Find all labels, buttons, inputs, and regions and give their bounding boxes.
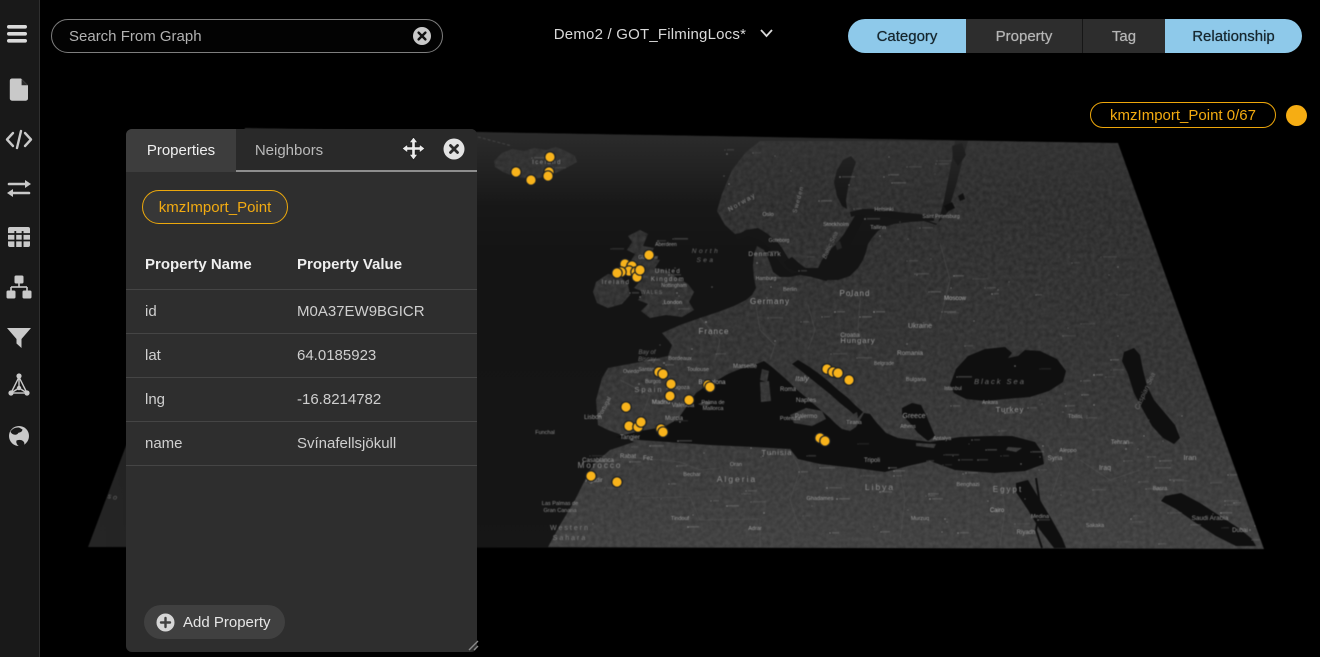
svg-text:Helsinki: Helsinki: [874, 207, 893, 213]
svg-text:Tangier: Tangier: [620, 435, 640, 441]
svg-text:Naples: Naples: [796, 397, 817, 404]
svg-text:Potenza: Potenza: [780, 416, 801, 422]
svg-text:Sahara: Sahara: [553, 535, 588, 542]
svg-text:Black Sea: Black Sea: [974, 377, 1026, 386]
svg-text:North: North: [692, 248, 720, 255]
svg-text:Rabat: Rabat: [620, 454, 636, 460]
svg-text:Antalya: Antalya: [933, 436, 952, 442]
svg-text:Casablanca: Casablanca: [582, 458, 614, 464]
svg-text:Western: Western: [550, 525, 590, 532]
svg-text:Las Palmas de: Las Palmas de: [542, 501, 578, 507]
svg-text:Ghadames: Ghadames: [807, 496, 834, 502]
svg-text:Medina: Medina: [1031, 514, 1050, 520]
svg-text:Hamburg: Hamburg: [756, 276, 777, 282]
svg-text:London: London: [664, 300, 682, 306]
svg-text:Oslo: Oslo: [762, 212, 773, 218]
svg-text:Toulouse: Toulouse: [687, 367, 709, 373]
svg-text:Roma: Roma: [780, 387, 797, 393]
svg-text:Greece: Greece: [903, 413, 926, 420]
svg-text:Syria: Syria: [1048, 455, 1063, 462]
svg-text:Dubai: Dubai: [1232, 528, 1248, 534]
svg-text:Algeria: Algeria: [717, 474, 757, 484]
svg-text:Turkey: Turkey: [996, 405, 1025, 414]
svg-text:Saint Petersburg: Saint Petersburg: [922, 214, 959, 220]
svg-text:Burgos: Burgos: [645, 379, 661, 385]
svg-text:Marseille: Marseille: [733, 364, 758, 370]
svg-text:Biscay: Biscay: [638, 357, 657, 363]
svg-text:Murcia: Murcia: [665, 416, 684, 422]
svg-text:Tbilisi: Tbilisi: [1068, 414, 1082, 420]
svg-text:Egypt: Egypt: [993, 485, 1023, 494]
svg-text:Tindouf: Tindouf: [671, 516, 690, 522]
svg-text:Riyadh: Riyadh: [1017, 530, 1036, 536]
svg-text:Goteborg: Goteborg: [769, 238, 790, 244]
svg-text:Romania: Romania: [897, 350, 923, 357]
svg-text:Berlin: Berlin: [783, 287, 797, 293]
svg-text:Italy: Italy: [795, 374, 810, 383]
svg-text:Bechar: Bechar: [683, 472, 701, 478]
svg-text:Basra: Basra: [1153, 486, 1168, 492]
svg-text:Bulgaria: Bulgaria: [906, 377, 927, 383]
svg-text:Funchal: Funchal: [535, 430, 555, 436]
svg-text:Murzuq: Murzuq: [911, 516, 929, 522]
svg-text:Poland: Poland: [840, 289, 871, 298]
svg-text:France: France: [699, 327, 730, 336]
svg-text:Aberdeen: Aberdeen: [655, 242, 677, 248]
svg-text:WALES: WALES: [641, 290, 663, 296]
svg-text:Libya: Libya: [865, 482, 895, 492]
svg-text:Denmark: Denmark: [748, 251, 781, 258]
svg-text:Croatia: Croatia: [840, 333, 860, 339]
svg-text:Lisbon: Lisbon: [584, 415, 602, 421]
svg-text:Bordeaux: Bordeaux: [668, 356, 692, 362]
svg-text:Spain: Spain: [634, 385, 663, 394]
svg-text:Istanbul: Istanbul: [944, 386, 962, 392]
svg-text:Oviedo: Oviedo: [623, 369, 639, 375]
svg-text:Tripoli: Tripoli: [864, 458, 880, 464]
svg-text:Athens: Athens: [900, 424, 916, 430]
svg-text:Moscow: Moscow: [944, 296, 967, 302]
svg-text:Oran: Oran: [730, 462, 742, 468]
svg-text:Iran: Iran: [1184, 453, 1197, 462]
svg-text:Cairo: Cairo: [990, 508, 1005, 514]
svg-text:Tirana: Tirana: [846, 420, 862, 426]
svg-text:Iraq: Iraq: [1099, 465, 1111, 472]
svg-text:Germany: Germany: [750, 297, 790, 306]
svg-text:Ukraine: Ukraine: [908, 323, 932, 330]
svg-text:Gran Canaria: Gran Canaria: [543, 508, 577, 514]
svg-text:United: United: [655, 269, 681, 275]
svg-text:Stockholm: Stockholm: [823, 222, 849, 228]
svg-text:Saudi Arabia: Saudi Arabia: [1192, 515, 1229, 522]
svg-text:Nottingham: Nottingham: [661, 283, 687, 289]
svg-text:Tallinn: Tallinn: [870, 225, 886, 231]
svg-text:Ankara: Ankara: [982, 400, 998, 406]
svg-text:Benghazi: Benghazi: [957, 482, 980, 488]
svg-text:Fez: Fez: [643, 456, 653, 462]
svg-text:Aleppo: Aleppo: [1059, 448, 1076, 454]
svg-text:Belgrade: Belgrade: [874, 361, 894, 367]
svg-text:Sakaka: Sakaka: [1086, 523, 1105, 529]
svg-text:Adrar: Adrar: [748, 526, 762, 532]
svg-text:Ireland: Ireland: [602, 280, 631, 286]
svg-text:Tehran: Tehran: [1111, 440, 1129, 446]
svg-text:Mallorca: Mallorca: [703, 406, 725, 412]
svg-text:Tunisia: Tunisia: [762, 448, 793, 457]
svg-text:Sea: Sea: [696, 257, 715, 264]
svg-text:Bay of: Bay of: [638, 350, 656, 356]
